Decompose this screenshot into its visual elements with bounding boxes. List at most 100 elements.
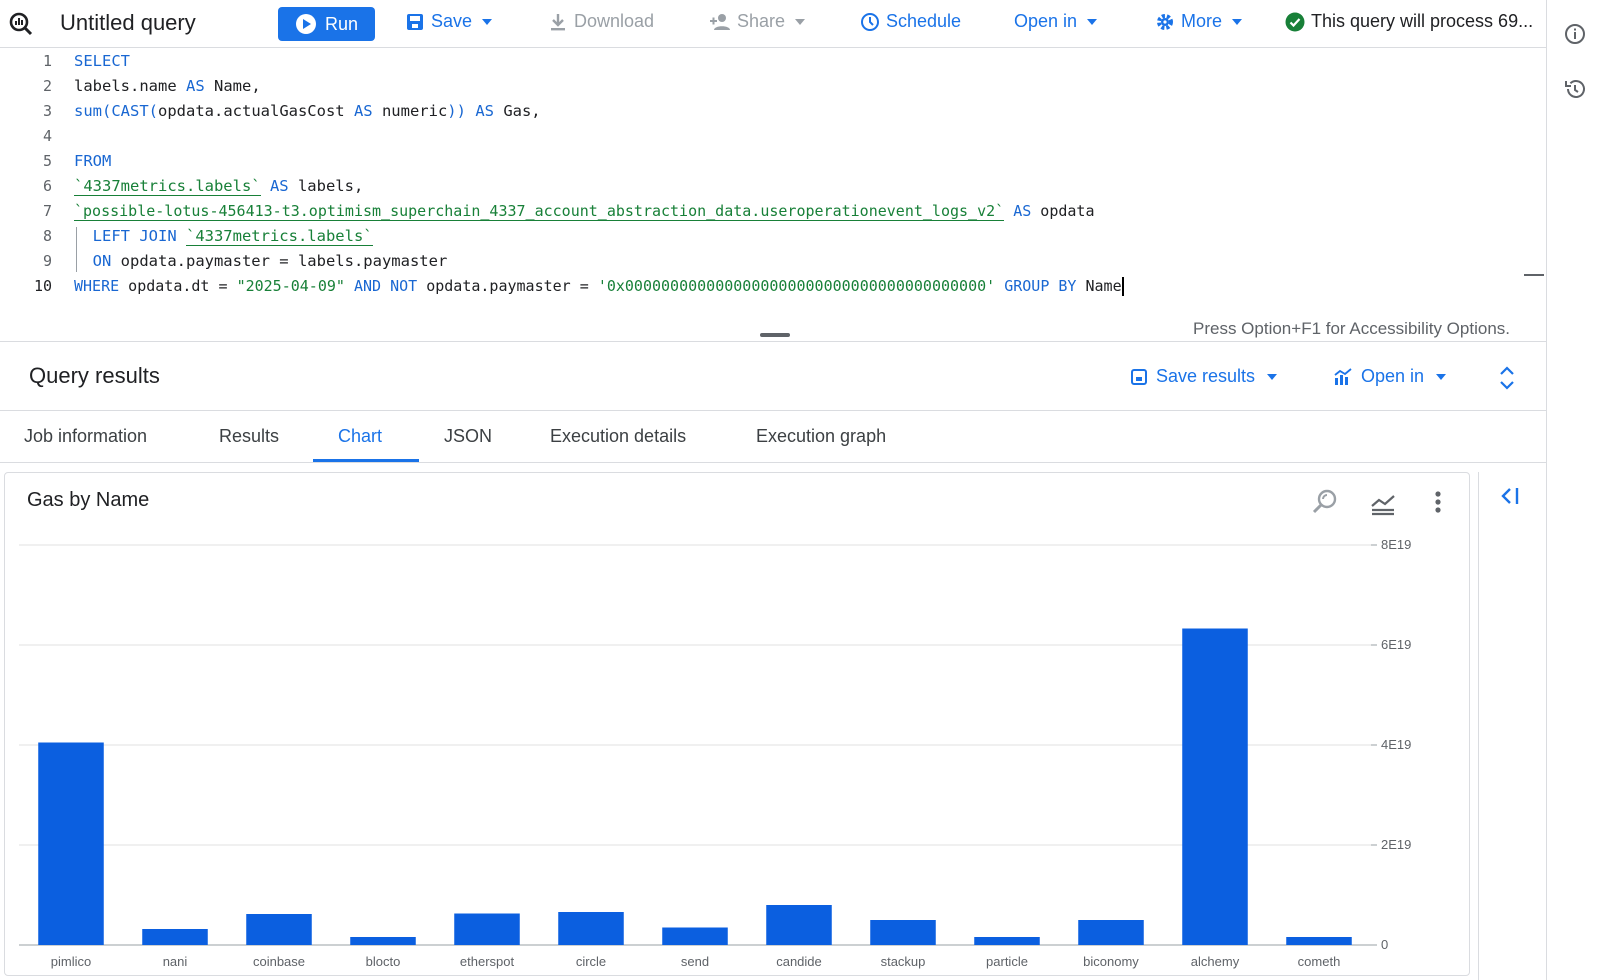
line-number: 2 (42, 77, 52, 95)
y-tick-label: 4E19 (1381, 737, 1411, 752)
code-line: FROM (74, 152, 112, 170)
bar-nani[interactable] (142, 929, 208, 945)
more-button[interactable]: More (1155, 11, 1243, 32)
save-button[interactable]: Save (405, 11, 493, 32)
results-title: Query results (29, 363, 160, 388)
tab-execution-graph[interactable]: Execution graph (756, 426, 886, 447)
x-tick-label: blocto (366, 954, 401, 969)
line-number: 4 (42, 127, 52, 145)
chevron-down-icon (795, 18, 806, 25)
bar-send[interactable] (662, 927, 728, 946)
tab-json[interactable]: JSON (444, 426, 492, 447)
bar-particle[interactable] (974, 937, 1040, 945)
save-results-label: Save results (1156, 366, 1256, 386)
y-tick-label: 6E19 (1381, 637, 1411, 652)
results-tabs: Job information Results Chart JSON Execu… (0, 411, 1546, 463)
bar-blocto[interactable] (350, 937, 416, 945)
x-tick-label: coinbase (253, 954, 305, 969)
right-rail (1546, 0, 1600, 980)
chevron-down-icon (1232, 18, 1243, 25)
chevron-down-icon (1436, 373, 1447, 380)
line-number-gutter: 1 2 3 4 5 6 7 8 9 10 (0, 49, 70, 314)
schedule-button[interactable]: Schedule (860, 11, 961, 32)
code-line: `4337metrics.labels` AS labels, (74, 177, 364, 196)
bar-cometh[interactable] (1286, 937, 1352, 945)
save-results-button[interactable]: Save results (1130, 366, 1278, 387)
tab-chart[interactable]: Chart (338, 426, 382, 447)
indent-guide (76, 227, 77, 272)
play-icon (295, 14, 316, 34)
results-open-in-label: Open in (1361, 366, 1425, 386)
query-title[interactable]: Untitled query (60, 10, 196, 36)
line-number-active: 10 (33, 277, 52, 295)
gear-icon (1157, 13, 1173, 30)
code-line: SELECT (74, 52, 130, 70)
tab-job-information[interactable]: Job information (24, 426, 147, 447)
y-tick-label: 0 (1381, 937, 1388, 952)
results-open-in-button[interactable]: Open in (1333, 366, 1447, 387)
collapse-panel-icon[interactable] (1499, 484, 1523, 508)
chart-card: Gas by Name 0 2E19 4E19 6E19 8E19 pimlico nani… (4, 472, 1470, 976)
query-validation-status[interactable]: This query will process 69... (1285, 11, 1533, 32)
run-label: Run (324, 13, 359, 34)
x-tick-label: etherspot (460, 954, 515, 969)
bar-alchemy[interactable] (1182, 628, 1248, 946)
accessibility-hint: Press Option+F1 for Accessibility Option… (1193, 319, 1510, 338)
x-tick-label: biconomy (1083, 954, 1139, 969)
add-person-icon (710, 13, 730, 30)
bar-circle[interactable] (558, 912, 624, 945)
code-line: sum(CAST(opdata.actualGasCost AS numeric… (74, 102, 541, 120)
open-in-label: Open in (1014, 11, 1078, 31)
bar-coinbase[interactable] (246, 914, 312, 945)
line-number: 9 (42, 252, 52, 270)
tab-execution-details[interactable]: Execution details (550, 426, 686, 447)
expand-collapse-icon[interactable] (1497, 365, 1517, 391)
bar-candide[interactable] (766, 905, 832, 945)
bar-chart: 0 2E19 4E19 6E19 8E19 pimlico nani coinbase bloc… (19, 537, 1411, 969)
bar-etherspot[interactable] (454, 913, 520, 946)
resize-handle[interactable] (760, 333, 790, 337)
x-tick-label: pimlico (51, 954, 91, 969)
chart-icon (1334, 367, 1352, 385)
download-button[interactable]: Download (548, 11, 654, 32)
more-label: More (1181, 11, 1223, 31)
code-line: LEFT JOIN `4337metrics.labels` (74, 227, 373, 246)
sql-editor[interactable]: 1 2 3 4 5 6 7 8 9 10 SELECT labels.name … (0, 49, 1546, 342)
run-button[interactable]: Run (278, 7, 375, 41)
scrollbar-marker[interactable] (1524, 274, 1544, 276)
line-number: 5 (42, 152, 52, 170)
save-icon (1131, 368, 1147, 385)
x-tick-label: alchemy (1191, 954, 1240, 969)
tab-results[interactable]: Results (219, 426, 279, 447)
code-line: WHERE opdata.dt = "2025-04-09" AND NOT o… (74, 277, 1124, 296)
x-tick-label: cometh (1298, 954, 1341, 969)
x-tick-label: stackup (881, 954, 926, 969)
download-icon (551, 13, 565, 30)
bar-biconomy[interactable] (1078, 920, 1144, 945)
x-tick-label: send (681, 954, 709, 969)
download-label: Download (574, 11, 655, 31)
active-tab-indicator (313, 459, 419, 462)
history-icon[interactable] (1563, 77, 1587, 101)
save-icon (407, 13, 423, 30)
x-tick-label: candide (776, 954, 822, 969)
line-number: 7 (42, 202, 52, 220)
x-tick-label: particle (986, 954, 1028, 969)
line-number: 3 (42, 102, 52, 120)
divider (0, 341, 1546, 342)
bar-stackup[interactable] (870, 920, 936, 945)
share-button[interactable]: Share (709, 11, 806, 32)
info-icon[interactable] (1563, 22, 1587, 46)
save-label: Save (431, 11, 473, 31)
chevron-down-icon (1267, 373, 1278, 380)
open-in-button[interactable]: Open in (1014, 11, 1098, 32)
clock-icon (861, 12, 879, 31)
bar-pimlico[interactable] (38, 742, 104, 946)
share-label: Share (737, 11, 786, 31)
y-tick-label: 2E19 (1381, 837, 1411, 852)
x-tick-label: circle (576, 954, 606, 969)
line-number: 6 (42, 177, 52, 195)
x-tick-label: nani (163, 954, 188, 969)
code-line: ON opdata.paymaster = labels.paymaster (74, 252, 448, 270)
line-number: 1 (42, 52, 52, 70)
